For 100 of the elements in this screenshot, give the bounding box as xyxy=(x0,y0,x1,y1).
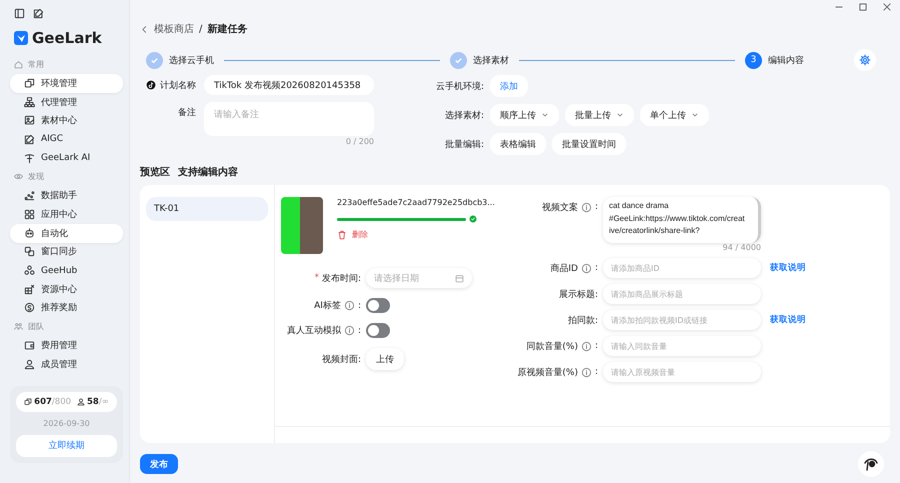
windows-icon xyxy=(24,398,32,406)
brand-name: GeeLark xyxy=(32,29,102,47)
label-colon: : xyxy=(594,263,598,273)
cubes-icon xyxy=(24,265,35,276)
robot-icon xyxy=(24,228,35,239)
wallet-icon xyxy=(24,340,35,352)
eye-icon xyxy=(863,456,879,472)
edit-icon xyxy=(33,8,44,19)
field-label: 云手机环境: xyxy=(434,80,484,92)
section-title: 预览区 xyxy=(140,166,170,179)
toggle-switch[interactable] xyxy=(366,298,390,313)
renew-button[interactable]: 立即续期 xyxy=(16,434,117,457)
page-title: 新建任务 xyxy=(207,22,248,36)
back-icon xyxy=(140,24,149,34)
nav-item[interactable]: GeeHub xyxy=(10,261,123,280)
field-label: 视频封面: xyxy=(322,354,361,366)
nav-item[interactable]: AIGC xyxy=(10,130,123,149)
member-count: 58/∞ xyxy=(87,396,109,407)
logo-icon xyxy=(14,31,28,45)
nav-item[interactable]: 费用管理 xyxy=(10,336,123,355)
close-icon xyxy=(882,2,892,12)
section-title: 常用 xyxy=(28,59,44,70)
coin-icon xyxy=(24,302,35,314)
nav-item[interactable]: GeeLark AI xyxy=(10,148,123,168)
field-label: 商品ID xyxy=(550,262,578,274)
person-icon xyxy=(24,358,35,370)
nav-item[interactable]: 窗口同步 xyxy=(10,242,123,262)
nav-item[interactable]: 推荐奖励 xyxy=(10,298,123,318)
step-label: 编辑内容 xyxy=(768,54,804,66)
caption-textarea[interactable]: cat dance drama #GeeLink:https://www.tiktok.com/creat ive/creatorlink/share-link? xyxy=(603,197,761,243)
field-label: 视频文案 xyxy=(542,201,578,214)
help-link[interactable]: 获取说明 xyxy=(770,314,806,326)
breadcrumb-separator: / xyxy=(199,24,202,34)
device-count: 607/800 xyxy=(34,396,72,407)
file-name: 223a0effe5ade7c2aad7792e25dbcb3... xyxy=(337,197,495,209)
help-link[interactable]: 获取说明 xyxy=(770,262,806,274)
label-colon: : xyxy=(358,300,361,310)
grid-icon xyxy=(24,208,35,220)
section-title: 团队 xyxy=(28,321,44,332)
name-field[interactable]: TikTok 发布视频20260820145358 xyxy=(204,75,374,95)
field-label: AI标签 xyxy=(314,300,341,312)
nav-item[interactable]: 成员管理 xyxy=(10,354,123,374)
maximize-icon xyxy=(858,2,868,12)
step-label: 选择素材 xyxy=(473,54,509,66)
nav-item[interactable]: 自动化 xyxy=(10,224,123,242)
char-count: 94 / 4000 xyxy=(722,243,761,252)
field-label: 展示标题: xyxy=(558,288,598,300)
section-title: 发现 xyxy=(28,171,44,182)
eye-icon xyxy=(14,172,23,182)
nav-item[interactable]: 应用中心 xyxy=(10,205,123,224)
nav-item[interactable]: 数据助手 xyxy=(10,186,123,206)
label-colon: : xyxy=(594,367,598,377)
settings-button[interactable] xyxy=(854,49,876,71)
edit-icon xyxy=(24,134,35,145)
breadcrumb-link[interactable]: 模板商店 xyxy=(154,22,194,36)
field-label: 批量编辑: xyxy=(444,138,484,150)
scatter-icon xyxy=(24,190,35,202)
dropdown-button[interactable]: 单个上传 xyxy=(640,104,709,126)
batch-button[interactable]: 表格编辑 xyxy=(490,133,546,155)
chevron-down-icon xyxy=(691,111,699,119)
network-icon xyxy=(24,96,35,108)
toggle-switch[interactable] xyxy=(366,323,390,338)
windows-icon xyxy=(24,78,35,89)
panel-icon xyxy=(14,8,25,19)
nav-item[interactable]: 素材中心 xyxy=(10,111,123,130)
settings-icon xyxy=(859,54,871,66)
chevron-down-icon xyxy=(616,111,624,119)
upload-button[interactable]: 上传 xyxy=(366,348,404,370)
account-tab[interactable]: TK-01 xyxy=(146,197,268,221)
required-mark: * xyxy=(314,273,319,283)
nav-item[interactable]: 环境管理 xyxy=(10,74,123,93)
add-button[interactable]: 添加 xyxy=(490,75,528,97)
home-icon xyxy=(14,60,23,69)
sync-icon xyxy=(24,246,35,258)
field-label: 同款音量(%) xyxy=(526,340,578,352)
field-label: 选择素材: xyxy=(444,110,484,122)
calendar-icon xyxy=(455,274,464,282)
nav-item[interactable]: 代理管理 xyxy=(10,92,123,112)
assistant-button[interactable] xyxy=(858,451,884,477)
field-label: 发布时间: xyxy=(322,272,361,284)
check-circle-icon xyxy=(469,215,477,223)
dropdown-button[interactable]: 顺序上传 xyxy=(490,104,559,126)
image-icon xyxy=(24,115,35,126)
batch-button[interactable]: 批量设置时间 xyxy=(552,133,626,155)
publish-button[interactable]: 发布 xyxy=(140,454,178,474)
field-label: 计划名称 xyxy=(160,80,196,92)
tiktok-icon xyxy=(146,80,156,90)
step-number: 3 xyxy=(745,52,762,68)
field-label: 备注 xyxy=(178,106,196,118)
chevron-down-icon xyxy=(541,111,549,119)
step-label: 选择云手机 xyxy=(169,54,214,66)
trash-icon xyxy=(337,230,347,240)
delete-button[interactable]: 删除 xyxy=(337,229,477,240)
label-colon: : xyxy=(358,326,361,336)
expiry-date: 2026-09-30 xyxy=(43,418,90,428)
section-subtitle: 支持编辑内容 xyxy=(178,165,238,179)
video-thumbnail xyxy=(281,197,323,254)
people-icon xyxy=(14,322,23,332)
dropdown-button[interactable]: 批量上传 xyxy=(565,104,634,126)
nav-item[interactable]: 资源中心 xyxy=(10,280,123,299)
